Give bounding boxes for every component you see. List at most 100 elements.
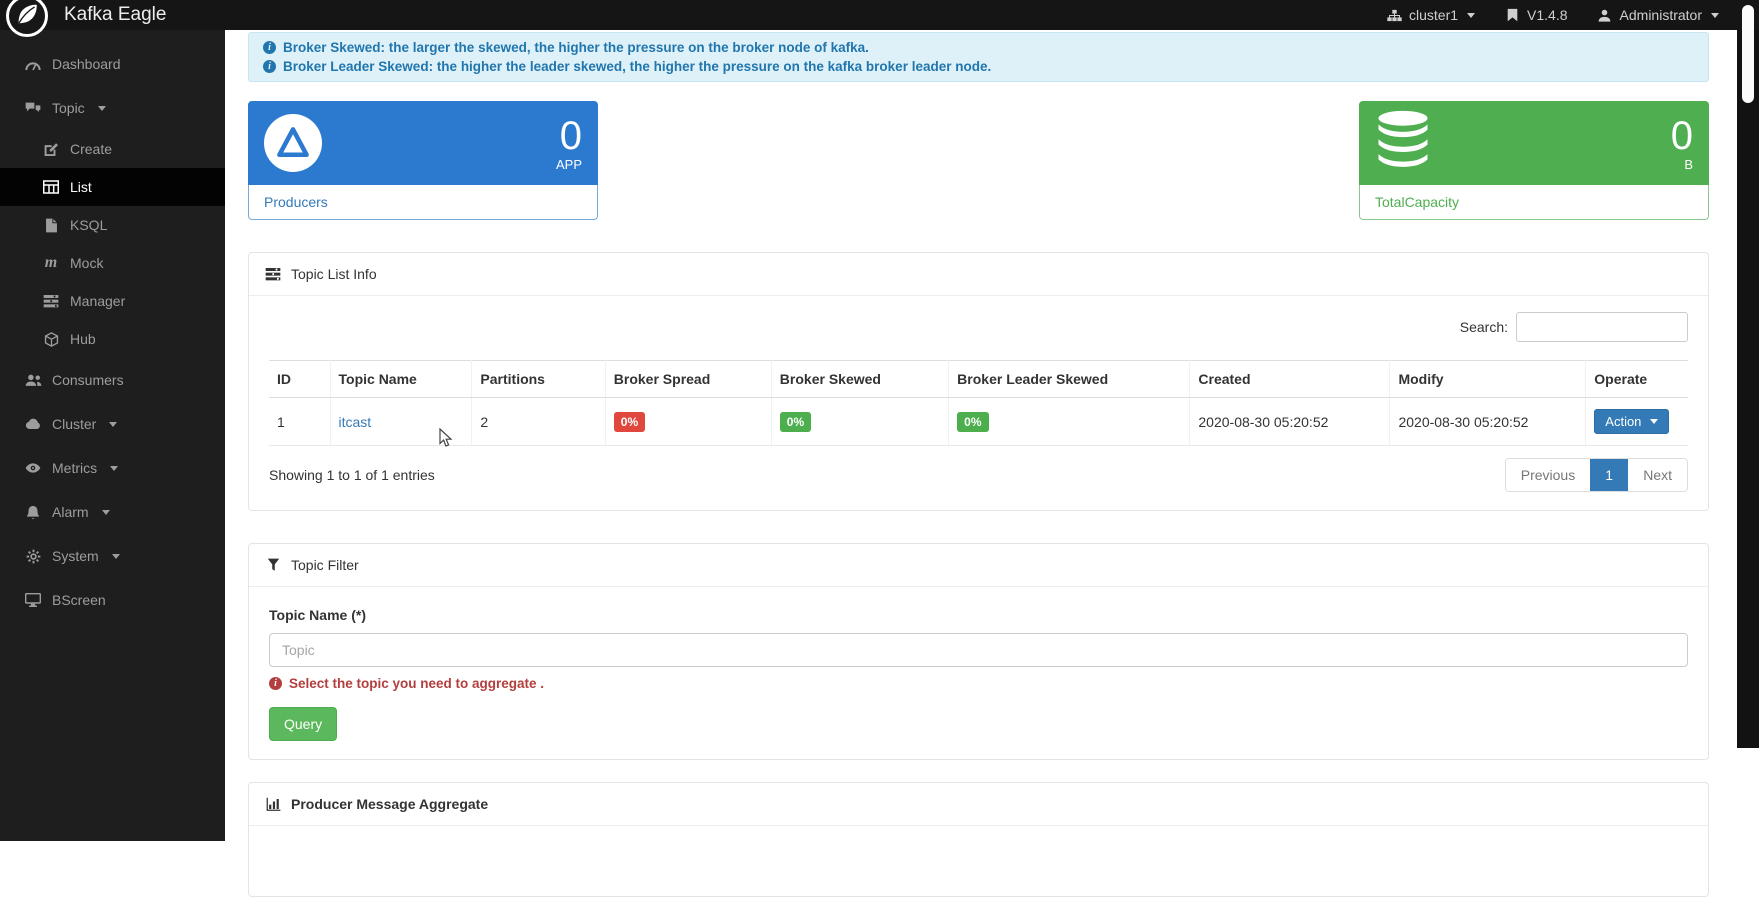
- sidebar-item-bscreen[interactable]: BScreen: [0, 578, 225, 622]
- entries-summary: Showing 1 to 1 of 1 entries: [269, 467, 435, 483]
- sidebar-item-dashboard[interactable]: Dashboard: [0, 42, 225, 86]
- tasks-icon: [42, 293, 60, 309]
- adn-icon: [264, 114, 322, 172]
- filter-icon: [264, 557, 282, 573]
- topic-name-label: Topic Name (*): [269, 607, 366, 623]
- desktop-icon: [24, 592, 42, 608]
- topic-table: ID Topic Name Partitions Broker Spread B…: [269, 360, 1688, 446]
- column-header-broker-skewed[interactable]: Broker Skewed: [771, 360, 950, 398]
- topic-filter-input[interactable]: [269, 633, 1688, 667]
- sidebar-item-label: KSQL: [70, 217, 108, 233]
- alert-text: Broker Leader Skewed: the higher the lea…: [283, 59, 992, 74]
- sidebar-item-label: Mock: [70, 255, 104, 271]
- producers-unit: APP: [555, 156, 582, 172]
- column-header-id[interactable]: ID: [269, 360, 331, 398]
- capacity-unit: B: [1684, 156, 1693, 172]
- hint-text: Select the topic you need to aggregate .: [289, 676, 545, 691]
- sidebar-item-system[interactable]: System: [0, 534, 225, 578]
- producers-link[interactable]: Producers: [248, 185, 598, 220]
- mock-icon: m: [44, 254, 58, 271]
- eye-icon: [24, 460, 42, 476]
- cell-created: 2020-08-30 05:20:52: [1189, 397, 1391, 446]
- column-header-created[interactable]: Created: [1189, 360, 1391, 398]
- cluster-name: cluster1: [1409, 7, 1459, 23]
- file-icon: [42, 217, 60, 233]
- column-header-modify[interactable]: Modify: [1389, 360, 1587, 398]
- column-header-partitions[interactable]: Partitions: [471, 360, 606, 398]
- user-dropdown[interactable]: Administrator: [1596, 7, 1719, 23]
- info-circle-icon: i: [269, 677, 282, 690]
- column-header-broker-leader-skewed[interactable]: Broker Leader Skewed: [948, 360, 1191, 398]
- sidebar-item-label: Dashboard: [52, 56, 121, 72]
- chevron-down-icon: [1467, 12, 1476, 18]
- next-page-button[interactable]: Next: [1628, 459, 1687, 491]
- sidebar-item-topic[interactable]: Topic: [0, 86, 225, 130]
- cell-modify: 2020-08-30 05:20:52: [1389, 397, 1587, 446]
- topic-filter-heading: Topic Filter: [249, 544, 1708, 587]
- producers-card: 0 APP Producers: [248, 101, 598, 220]
- action-dropdown-button[interactable]: Action: [1594, 409, 1670, 434]
- sidebar-item-label: List: [70, 179, 92, 195]
- sidebar-item-label: Manager: [70, 293, 126, 309]
- sidebar-item-cluster[interactable]: Cluster: [0, 402, 225, 446]
- chevron-down-icon: [1650, 419, 1659, 424]
- sidebar-item-list[interactable]: List: [0, 168, 225, 206]
- version-text: V1.4.8: [1527, 7, 1568, 23]
- sidebar-item-label: Create: [70, 141, 113, 157]
- broker-skewed-badge: 0%: [779, 411, 812, 432]
- top-navbar: Kafka Eagle cluster1 V1.4.8 Administrato…: [0, 0, 1759, 37]
- user-icon: [1596, 7, 1614, 23]
- info-alert: i Broker Skewed: the larger the skewed, …: [248, 32, 1709, 82]
- column-header-broker-spread[interactable]: Broker Spread: [605, 360, 772, 398]
- database-icon: [1375, 109, 1431, 178]
- search-input[interactable]: [1516, 312, 1688, 342]
- sidebar-item-label: Hub: [70, 331, 96, 347]
- table-row: 1 itcast 2 0% 0% 0% 2020-08-30 05:20:52 …: [269, 397, 1688, 446]
- cell-partitions: 2: [471, 397, 606, 446]
- column-header-operate[interactable]: Operate: [1585, 360, 1688, 398]
- sidebar-item-create[interactable]: Create: [0, 130, 225, 168]
- panel-title: Producer Message Aggregate: [291, 796, 489, 812]
- sidebar-item-alarm[interactable]: Alarm: [0, 490, 225, 534]
- pagination: Previous 1 Next: [1504, 458, 1688, 492]
- sidebar-item-label: Alarm: [52, 504, 89, 520]
- cell-id: 1: [269, 397, 331, 446]
- aggregate-hint: i Select the topic you need to aggregate…: [269, 676, 1688, 691]
- chevron-down-icon: [111, 553, 120, 559]
- previous-page-button[interactable]: Previous: [1505, 459, 1591, 491]
- page-1-button[interactable]: 1: [1590, 459, 1629, 491]
- sidebar-item-hub[interactable]: Hub: [0, 320, 225, 358]
- sidebar-item-consumers[interactable]: Consumers: [0, 358, 225, 402]
- broker-leader-skewed-badge: 0%: [957, 411, 989, 432]
- chevron-down-icon: [97, 105, 106, 111]
- feather-icon: [14, 1, 40, 32]
- sidebar-item-ksql[interactable]: KSQL: [0, 206, 225, 244]
- users-icon: [24, 372, 42, 388]
- dashboard-icon: [24, 56, 42, 72]
- sitemap-icon: [1385, 7, 1403, 23]
- sidebar-item-label: Topic: [52, 100, 85, 116]
- sidebar-item-label: BScreen: [52, 592, 106, 608]
- sidebar-item-metrics[interactable]: Metrics: [0, 446, 225, 490]
- scrollbar-thumb[interactable]: [1742, 5, 1754, 103]
- query-button[interactable]: Query: [269, 707, 338, 741]
- cluster-dropdown[interactable]: cluster1: [1385, 7, 1476, 23]
- sidebar: Dashboard Topic Create List KSQL m Mock …: [0, 30, 225, 841]
- gear-icon: [24, 548, 42, 564]
- cube-icon: [42, 331, 60, 347]
- broker-spread-badge: 0%: [613, 411, 646, 432]
- sidebar-item-manager[interactable]: Manager: [0, 282, 225, 320]
- scrollbar-track[interactable]: [1737, 30, 1759, 748]
- column-header-topic-name[interactable]: Topic Name: [330, 360, 473, 398]
- info-circle-icon: i: [263, 41, 276, 54]
- app-title: Kafka Eagle: [64, 4, 167, 25]
- topic-link[interactable]: itcast: [339, 414, 372, 430]
- total-capacity-link[interactable]: TotalCapacity: [1359, 185, 1709, 220]
- chevron-down-icon: [101, 509, 110, 515]
- search-label: Search:: [1459, 319, 1508, 335]
- chevron-down-icon: [109, 421, 118, 427]
- producer-aggregate-panel: Producer Message Aggregate: [248, 782, 1709, 897]
- sidebar-item-mock[interactable]: m Mock: [0, 244, 225, 282]
- bar-chart-icon: [264, 796, 282, 812]
- table-icon: [42, 179, 60, 195]
